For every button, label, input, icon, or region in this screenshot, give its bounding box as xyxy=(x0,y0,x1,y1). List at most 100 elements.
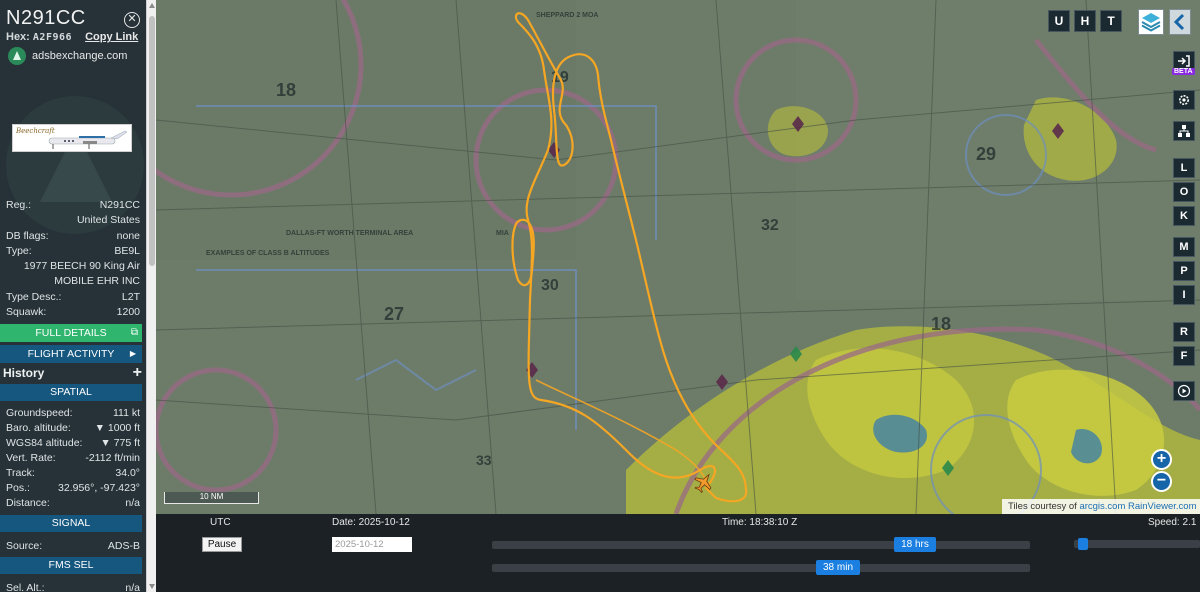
sitemap-icon xyxy=(1178,125,1190,137)
hierarchy-button[interactable] xyxy=(1173,121,1195,141)
history-label: History xyxy=(3,366,45,380)
full-details-label: FULL DETAILS xyxy=(35,327,107,339)
attribution-link[interactable]: arcgis.com RainViewer.com xyxy=(1079,501,1196,512)
svg-text:29: 29 xyxy=(976,144,996,164)
replay-button[interactable] xyxy=(1173,381,1195,401)
spatial-label: Vert. Rate: xyxy=(6,452,56,464)
detail-label: DB flags: xyxy=(6,230,49,242)
history-timeline-bar: UTC Date: 2025-10-12 Time: 18:38:10 Z Sp… xyxy=(156,514,1200,592)
spatial-track: Track: 34.0° xyxy=(6,467,140,479)
scrollbar-thumb[interactable] xyxy=(149,16,155,266)
section-signal[interactable]: SIGNAL xyxy=(0,515,142,532)
fms-label: Sel. Alt.: xyxy=(6,582,45,592)
map-button-l[interactable]: L xyxy=(1173,158,1195,178)
collapse-panel-button[interactable] xyxy=(1169,9,1191,35)
aircraft-photo[interactable]: Beechcraft xyxy=(12,124,132,152)
gear-icon xyxy=(1179,95,1189,105)
detail-type-desc: Type Desc.: L2T xyxy=(6,291,140,303)
aircraft-info-panel: N291CC ✕ Hex: A2F966 Copy Link adsbexcha… xyxy=(0,0,146,592)
svg-text:18: 18 xyxy=(931,314,951,334)
hours-slider-handle[interactable]: 18 hrs xyxy=(894,537,936,552)
map-button-i[interactable]: I xyxy=(1173,285,1195,305)
scroll-up-icon[interactable] xyxy=(149,3,155,8)
spatial-vert-rate: Vert. Rate: -2112 ft/min xyxy=(6,452,140,464)
map-layers-button[interactable] xyxy=(1138,9,1164,35)
fms-sel-alt: Sel. Alt.: n/a xyxy=(6,582,140,592)
zoom-in-button[interactable]: + xyxy=(1151,449,1172,470)
flight-activity-button[interactable]: FLIGHT ACTIVITY ▶ xyxy=(0,345,142,363)
date-picker-input[interactable]: 2025-10-12 xyxy=(332,537,412,552)
copy-link[interactable]: Copy Link xyxy=(85,31,138,43)
detail-reg: Reg.: N291CC xyxy=(6,199,140,211)
detail-label: Reg.: xyxy=(6,199,32,211)
spatial-baro-altitude: Baro. altitude: ▼ 1000 ft xyxy=(6,422,140,434)
source-site-label: adsbexchange.com xyxy=(32,50,128,62)
sidebar-scrollbar[interactable] xyxy=(146,0,156,592)
external-link-icon: ⧉ xyxy=(130,327,138,338)
svg-text:27: 27 xyxy=(384,304,404,324)
speed-slider-track[interactable] xyxy=(1074,540,1200,548)
spatial-value: n/a xyxy=(125,497,140,509)
spatial-groundspeed: Groundspeed: 111 kt xyxy=(6,407,140,419)
sign-in-icon xyxy=(1178,55,1190,67)
attribution-prefix: Tiles courtesy of xyxy=(1008,501,1077,512)
plus-icon[interactable]: + xyxy=(133,364,142,382)
detail-value: N291CC xyxy=(99,199,140,211)
section-spatial[interactable]: SPATIAL xyxy=(0,384,142,401)
map-button-k[interactable]: K xyxy=(1173,206,1195,226)
spatial-position: Pos.: 32.956°, -97.423° xyxy=(6,482,140,494)
utc-label: UTC xyxy=(210,517,231,528)
hex-row: Hex: A2F966 Copy Link xyxy=(6,31,138,43)
play-circle-icon xyxy=(1177,384,1191,398)
spatial-label: WGS84 altitude: xyxy=(6,437,83,449)
layers-icon xyxy=(1141,13,1161,32)
detail-country: United States xyxy=(76,214,140,226)
adsbexchange-logo-icon xyxy=(8,47,26,65)
spatial-label: Groundspeed: xyxy=(6,407,73,419)
source-site-link[interactable]: adsbexchange.com xyxy=(8,47,127,65)
chart-label-class-b: EXAMPLES OF CLASS B ALTITUDES xyxy=(206,250,330,257)
minutes-slider-track[interactable] xyxy=(492,564,1030,572)
history-header[interactable]: History + xyxy=(3,364,142,382)
map-view[interactable]: 18 19 32 30 27 18 29 33 SHEPPARD 2 MOA D… xyxy=(156,0,1200,514)
detail-label: Squawk: xyxy=(6,306,47,318)
pause-button[interactable]: Pause xyxy=(202,537,242,552)
map-button-m[interactable]: M xyxy=(1173,237,1195,257)
detail-squawk: Squawk: 1200 xyxy=(6,306,140,318)
zoom-out-button[interactable]: − xyxy=(1151,471,1172,492)
map-button-t[interactable]: T xyxy=(1100,10,1122,32)
detail-type: Type: BE9L xyxy=(6,245,140,257)
spatial-value: 34.0° xyxy=(115,467,140,479)
close-icon[interactable]: ✕ xyxy=(124,12,140,28)
detail-value: L2T xyxy=(121,291,140,303)
map-button-r[interactable]: R xyxy=(1173,322,1195,342)
map-button-o[interactable]: O xyxy=(1173,182,1195,202)
scroll-down-icon[interactable] xyxy=(149,584,155,589)
section-fms-sel[interactable]: FMS SEL xyxy=(0,557,142,574)
detail-db-flags: DB flags: none xyxy=(6,230,140,242)
spatial-label: Pos.: xyxy=(6,482,30,494)
beta-badge: BETA xyxy=(1172,68,1195,75)
hours-slider-track[interactable] xyxy=(492,541,1030,549)
map-button-f[interactable]: F xyxy=(1173,346,1195,366)
spatial-value: -2112 ft/min xyxy=(85,452,140,464)
signal-source: Source: ADS-B xyxy=(6,540,140,552)
full-details-button[interactable]: FULL DETAILS ⧉ xyxy=(0,324,142,342)
map-button-u[interactable]: U xyxy=(1048,10,1070,32)
map-button-p[interactable]: P xyxy=(1173,261,1195,281)
svg-text:30: 30 xyxy=(541,277,559,294)
chevron-right-icon: ▶ xyxy=(129,349,136,358)
detail-value: none xyxy=(116,230,140,242)
speed-label: Speed: 2.1 xyxy=(1148,517,1197,528)
detail-model: 1977 BEECH 90 King Air xyxy=(23,260,140,272)
speed-slider-handle[interactable] xyxy=(1078,538,1088,550)
map-button-h[interactable]: H xyxy=(1074,10,1096,32)
map-attribution: Tiles courtesy of arcgis.com RainViewer.… xyxy=(1002,499,1200,514)
map-scale-bar: 10 NM xyxy=(164,492,259,504)
minutes-slider-handle[interactable]: 38 min xyxy=(816,560,860,575)
chart-label-dfw-area: DALLAS-FT WORTH TERMINAL AREA xyxy=(286,230,413,237)
settings-button[interactable] xyxy=(1173,90,1195,110)
fms-value: n/a xyxy=(125,582,140,592)
spatial-value: ▼ 775 ft xyxy=(100,437,140,449)
chevron-left-icon xyxy=(1173,13,1185,31)
